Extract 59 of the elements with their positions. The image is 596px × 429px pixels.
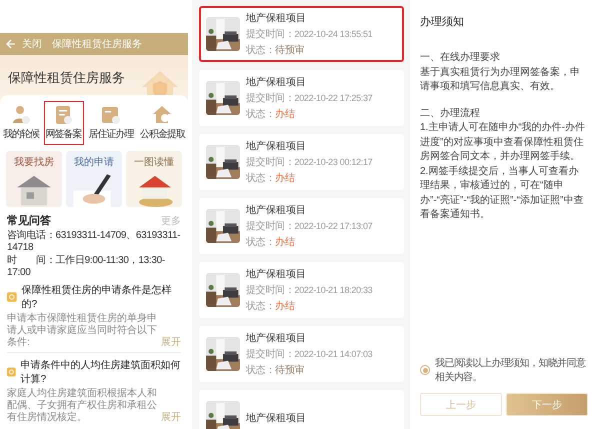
contact-info: 咨询电话：63193311-14709、63193311-14718 (7, 230, 181, 253)
tile-label: 我的申请 (74, 156, 114, 169)
service-item[interactable]: 我的轮候 (1, 101, 41, 145)
back-icon[interactable] (6, 39, 16, 50)
submit-time: 提交时间：2022-10-22 17:25:37 (246, 92, 372, 105)
status-text: 状态：办结 (246, 236, 296, 249)
question-icon (7, 292, 17, 302)
service-item[interactable]: 公积金提取 (138, 101, 187, 145)
status-text: 状态：办结 (246, 300, 296, 313)
tile-label: 一图读懂 (134, 156, 174, 169)
submit-time: 提交时间：2022-10-24 13:55:51 (246, 28, 372, 41)
id-card-icon (100, 105, 121, 125)
person-icon (11, 105, 31, 125)
application-card[interactable]: 地产保租项目 提交时间：2022-10-22 17:25:37 状态：办结 (199, 70, 404, 126)
notice-title: 办理须知 (420, 15, 465, 29)
application-card[interactable]: 地产保租项目 提交时间：2022-10-21 14:07:03 状态：待预审 (199, 326, 404, 382)
feature-tile[interactable]: 我要找房 (6, 151, 62, 207)
document-icon (54, 105, 74, 125)
card-title: 地产保租项目 (246, 12, 307, 25)
faq-question[interactable]: 保障性租赁住房的申请条件是怎样的? (22, 283, 181, 311)
status-text: 状态：办结 (246, 172, 296, 185)
question-icon (7, 367, 16, 377)
application-card[interactable]: 地产保租项目 提交时间：2022-10-24 13:55:51 状态：待预审 (199, 6, 404, 62)
application-card[interactable]: 地产保租项目 提交时间：2022-10-21 18:20:33 状态：办结 (199, 262, 404, 318)
status-text: 状态：办结 (246, 108, 296, 121)
feature-tile[interactable]: 我的申请 (66, 151, 122, 207)
notice-paragraph: 一、在线办理要求 (420, 51, 501, 65)
service-item[interactable]: 居住证办理 (86, 101, 136, 145)
card-title: 地产保租项目 (246, 268, 307, 281)
submit-time: 提交时间：2022-10-21 18:20:33 (246, 284, 372, 297)
submit-time: 提交时间：2022-10-21 14:07:03 (246, 348, 372, 361)
submit-time: 提交时间：2022-10-22 17:13:07 (246, 220, 372, 233)
feature-tile[interactable]: 一图读懂 (126, 151, 182, 207)
contact-info: 时 间：工作日9:00-11:30，13:30-17:00 (7, 255, 166, 278)
faq-answer: 家庭人均住房建筑面积根据本人和配偶、子女拥有产权住房和承租公有住房情况核定。 (7, 388, 157, 424)
service-item[interactable]: 网签备案 (44, 101, 84, 145)
card-title: 地产保租项目 (246, 204, 307, 217)
house-icon (152, 105, 172, 125)
status-text: 状态：待预审 (246, 44, 306, 57)
faq-question[interactable]: 申请条件中的人均住房建筑面积如何计算? (20, 358, 181, 386)
application-card[interactable]: 地产保租项目 提交时间：2022-10-22 17:13:07 状态：办结 (199, 198, 404, 254)
submit-time: 提交时间：2022-10-23 00:12:17 (246, 156, 372, 169)
application-card[interactable]: 地产保租项目 提交时间：2022-10-23 00:12:17 状态：办结 (199, 134, 404, 190)
header-title: 保障性租赁住房服务 (52, 38, 142, 52)
tile-label: 我要找房 (14, 156, 54, 169)
card-title: 地产保租项目 (246, 412, 306, 425)
faq-answer: 申请本市保障性租赁住房的单身申请人或申请家庭应当同时符合以下条件: (7, 313, 157, 349)
card-title: 地产保租项目 (246, 140, 307, 153)
hero-title: 保障性租赁住房服务 (8, 69, 125, 88)
section-title: 常见问答 (7, 214, 51, 228)
notice-paragraph: 基于真实租赁行为办理网签备案，申请事项和填写信息真实、有效。 (420, 66, 581, 94)
card-title: 地产保租项目 (246, 76, 307, 89)
agree-radio[interactable]: 我已阅读以上办理须知，知晓并同意相关内容。 (420, 356, 588, 384)
notice-paragraph: 1.主申请人可在随申办“我的办件-办件进度”的对应事项中查看保障性租赁住房网签合同文本，并办理网签手续。 (420, 121, 586, 164)
notice-paragraph: 2.网签手续提交后，当事人可查看办理结果，审核通过的，可在“随申办”-“亮证”-“我的证照”-“添加证照”中查看备案通知书。 (420, 164, 584, 222)
card-title: 地产保租项目 (246, 332, 307, 345)
status-text: 状态：待预审 (246, 364, 306, 377)
notice-paragraph: 二、办理流程 (420, 106, 481, 120)
application-card[interactable]: 地产保租项目 (199, 390, 404, 429)
